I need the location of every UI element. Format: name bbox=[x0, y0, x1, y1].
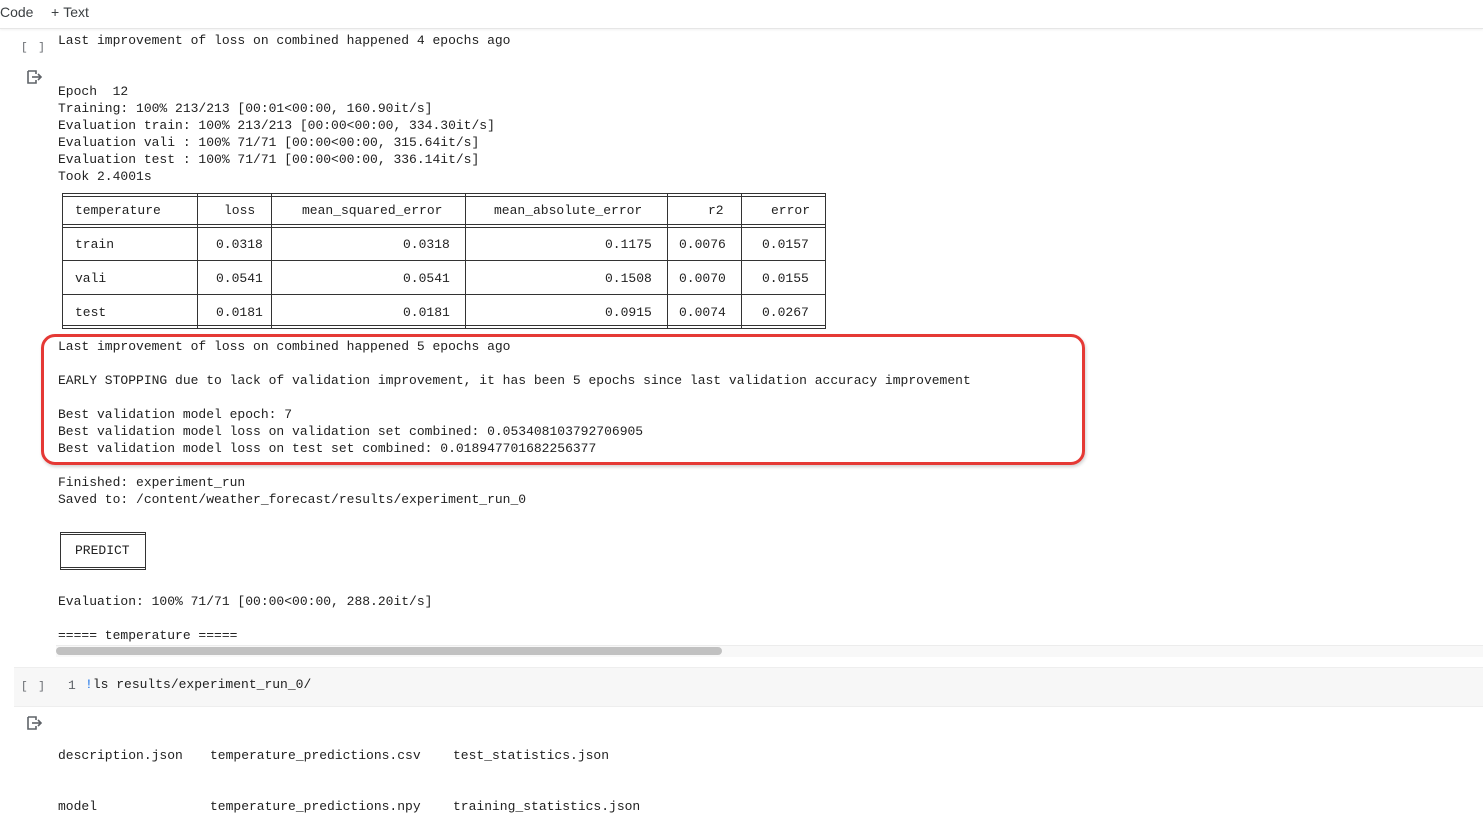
cell2-code[interactable]: !ls results/experiment_run_0/ bbox=[85, 677, 311, 692]
table-cell: test bbox=[75, 305, 107, 320]
temperature-header-line: ===== temperature ===== bbox=[58, 628, 238, 643]
table-header: error bbox=[771, 203, 811, 218]
table-cell: 0.1175 bbox=[605, 237, 652, 252]
table-cell: train bbox=[75, 237, 115, 252]
table-cell: 0.0155 bbox=[762, 271, 809, 286]
shell-bang: ! bbox=[85, 677, 93, 692]
last-improvement-line: Last improvement of loss on combined hap… bbox=[58, 339, 511, 354]
shell-command: ls results/experiment_run_0/ bbox=[92, 677, 312, 692]
best-test-loss-line: Best validation model loss on test set c… bbox=[58, 441, 597, 456]
plus-icon: + bbox=[51, 4, 60, 20]
evaluation-line: Evaluation: 100% 71/71 [00:00<00:00, 288… bbox=[58, 594, 433, 609]
table-cell: 0.0181 bbox=[216, 305, 263, 320]
table-header: mean_absolute_error bbox=[494, 203, 643, 218]
add-code-button[interactable]: Code bbox=[0, 4, 33, 20]
cell1-code[interactable]: Last improvement of loss on combined hap… bbox=[58, 32, 510, 49]
table-cell: 0.0541 bbox=[403, 271, 450, 286]
eval-vali-line: Evaluation vali : 100% 71/71 [00:00<00:0… bbox=[58, 135, 480, 150]
table-cell: 0.0074 bbox=[679, 305, 726, 320]
best-epoch-line: Best validation model epoch: 7 bbox=[58, 407, 293, 422]
notebook-toolbar: Code + Text bbox=[0, 0, 1483, 29]
table-cell: 0.0267 bbox=[762, 305, 809, 320]
ls-file: model bbox=[58, 799, 98, 814]
table-cell: 0.1508 bbox=[605, 271, 652, 286]
eval-test-line: Evaluation test : 100% 71/71 [00:00<00:0… bbox=[58, 152, 480, 167]
table-cell: 0.0541 bbox=[216, 271, 263, 286]
ls-output-column-2: temperature_predictions.csv temperature_… bbox=[210, 713, 421, 832]
early-stopping-line: EARLY STOPPING due to lack of validation… bbox=[58, 373, 971, 388]
table-cell: 0.0076 bbox=[679, 237, 726, 252]
table-cell: vali bbox=[75, 271, 107, 286]
cell2-run-button[interactable]: [ ] bbox=[21, 681, 47, 693]
output-redirect-icon bbox=[27, 70, 43, 84]
cell1-run-button[interactable]: [ ] bbox=[21, 42, 47, 54]
results-table: temperature loss mean_squared_error mean… bbox=[62, 193, 827, 330]
eval-train-line: Evaluation train: 100% 213/213 [00:00<00… bbox=[58, 118, 495, 133]
table-cell: 0.0157 bbox=[762, 237, 809, 252]
output-scrollbar-thumb[interactable] bbox=[56, 647, 722, 655]
ls-output-column-3: test_statistics.json training_statistics… bbox=[453, 713, 640, 832]
took-line: Took 2.4001s bbox=[58, 169, 152, 184]
ls-file: temperature_predictions.npy bbox=[210, 799, 421, 814]
predict-label: PREDICT bbox=[75, 543, 130, 558]
add-text-button[interactable]: + Text bbox=[51, 4, 89, 20]
table-header: r2 bbox=[708, 203, 724, 218]
table-header: mean_squared_error bbox=[302, 203, 443, 218]
epoch-line: Epoch 12 bbox=[58, 84, 129, 99]
table-cell: 0.0070 bbox=[679, 271, 726, 286]
ls-output-column-1: description.json model bbox=[58, 713, 183, 832]
ls-file: temperature_predictions.csv bbox=[210, 748, 421, 763]
cell2-line-number: 1 bbox=[68, 678, 76, 693]
table-header: loss bbox=[224, 203, 256, 218]
output-redirect-icon bbox=[27, 716, 43, 730]
table-cell: 0.0318 bbox=[403, 237, 450, 252]
saved-line: Saved to: /content/weather_forecast/resu… bbox=[58, 492, 527, 507]
table-cell: 0.0181 bbox=[403, 305, 450, 320]
finished-line: Finished: experiment_run bbox=[58, 475, 246, 490]
ls-file: training_statistics.json bbox=[453, 799, 641, 814]
ls-file: description.json bbox=[58, 748, 183, 763]
table-cell: 0.0915 bbox=[605, 305, 652, 320]
add-text-label: Text bbox=[63, 4, 89, 20]
training-progress-line: Training: 100% 213/213 [00:01<00:00, 160… bbox=[58, 101, 433, 116]
table-cell: 0.0318 bbox=[216, 237, 263, 252]
best-vali-loss-line: Best validation model loss on validation… bbox=[58, 424, 644, 439]
ls-file: test_statistics.json bbox=[453, 748, 610, 763]
table-header: temperature bbox=[75, 203, 161, 218]
